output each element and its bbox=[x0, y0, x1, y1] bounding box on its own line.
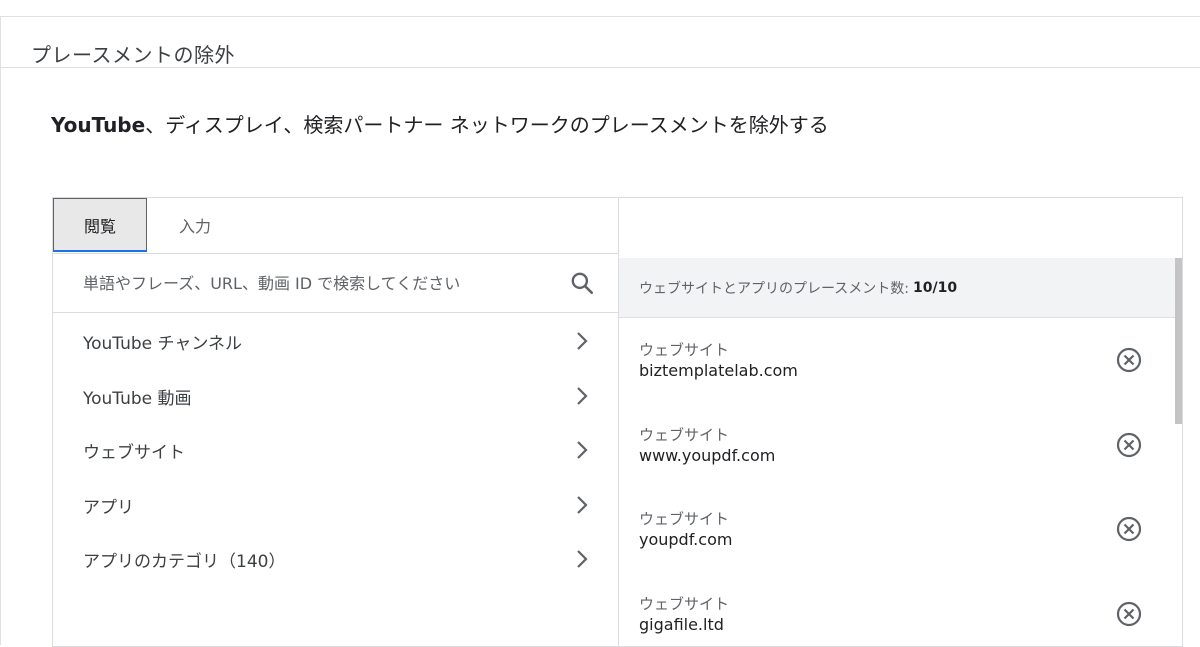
description-brand: YouTube bbox=[51, 113, 145, 137]
chevron-right-icon bbox=[573, 439, 591, 461]
description: YouTube、ディスプレイ、検索パートナー ネットワークのプレースメントを除外… bbox=[51, 109, 829, 138]
browse-pane: 閲覧 入力 YouTube チャンネル YouTube 動画 bbox=[53, 198, 619, 647]
list-item: ウェブサイト www.youpdf.com bbox=[619, 404, 1182, 489]
placement-type: ウェブサイト bbox=[639, 593, 729, 614]
placement-type: ウェブサイト bbox=[639, 424, 729, 445]
placement-type: ウェブサイト bbox=[639, 508, 729, 529]
list-item: ウェブサイト biztemplatelab.com bbox=[619, 319, 1182, 404]
placement-url: biztemplatelab.com bbox=[639, 361, 798, 380]
search-row bbox=[53, 254, 618, 313]
page-frame: プレースメントの除外 YouTube、ディスプレイ、検索パートナー ネットワーク… bbox=[0, 16, 1200, 645]
category-item-app[interactable]: アプリ bbox=[53, 477, 618, 532]
placement-url: www.youpdf.com bbox=[639, 446, 775, 465]
category-item-youtube-video[interactable]: YouTube 動画 bbox=[53, 368, 618, 423]
category-label: ウェブサイト bbox=[83, 438, 185, 463]
placement-count-value: 10/10 bbox=[913, 280, 957, 296]
selected-placement-list: ウェブサイト biztemplatelab.com ウェブサイト www.you… bbox=[619, 319, 1182, 647]
placement-count-bar: ウェブサイトとアプリのプレースメント数: 10/10 bbox=[619, 258, 1182, 318]
category-label: YouTube 動画 bbox=[83, 384, 192, 409]
category-label: YouTube チャンネル bbox=[83, 329, 242, 354]
category-list: YouTube チャンネル YouTube 動画 ウェブサイト アプリ アプリの… bbox=[53, 313, 618, 586]
remove-circle-icon[interactable] bbox=[1115, 600, 1143, 628]
list-item: ウェブサイト youpdf.com bbox=[619, 488, 1182, 573]
description-text: 、ディスプレイ、検索パートナー ネットワークのプレースメントを除外する bbox=[145, 113, 829, 137]
category-item-youtube-channel[interactable]: YouTube チャンネル bbox=[53, 313, 618, 368]
selected-pane: ウェブサイトとアプリのプレースメント数: 10/10 ウェブサイト biztem… bbox=[619, 198, 1182, 647]
chevron-right-icon bbox=[573, 494, 591, 516]
tab-input[interactable]: 入力 bbox=[157, 198, 233, 252]
category-label: アプリ bbox=[83, 493, 134, 518]
chevron-right-icon bbox=[573, 385, 591, 407]
placement-selector-panel: 閲覧 入力 YouTube チャンネル YouTube 動画 bbox=[52, 197, 1183, 647]
section-title: プレースメントの除外 bbox=[31, 39, 235, 68]
tab-bar: 閲覧 入力 bbox=[53, 198, 618, 254]
list-item: ウェブサイト gigafile.ltd bbox=[619, 573, 1182, 647]
category-label: アプリのカテゴリ（140） bbox=[83, 547, 285, 572]
category-item-app-category[interactable]: アプリのカテゴリ（140） bbox=[53, 531, 618, 586]
remove-circle-icon[interactable] bbox=[1115, 346, 1143, 374]
search-icon[interactable] bbox=[569, 270, 595, 296]
remove-circle-icon[interactable] bbox=[1115, 431, 1143, 459]
remove-circle-icon[interactable] bbox=[1115, 515, 1143, 543]
placement-url: youpdf.com bbox=[639, 530, 732, 549]
placement-url: gigafile.ltd bbox=[639, 615, 724, 634]
tab-browse[interactable]: 閲覧 bbox=[53, 198, 147, 252]
scrollbar-thumb[interactable] bbox=[1175, 258, 1182, 424]
category-item-website[interactable]: ウェブサイト bbox=[53, 422, 618, 477]
scrollbar[interactable] bbox=[1175, 258, 1182, 647]
chevron-right-icon bbox=[573, 548, 591, 570]
divider bbox=[1, 67, 1200, 68]
placement-count-label: ウェブサイトとアプリのプレースメント数: bbox=[639, 278, 909, 298]
search-input[interactable] bbox=[81, 266, 555, 300]
chevron-right-icon bbox=[573, 330, 591, 352]
placement-type: ウェブサイト bbox=[639, 339, 729, 360]
